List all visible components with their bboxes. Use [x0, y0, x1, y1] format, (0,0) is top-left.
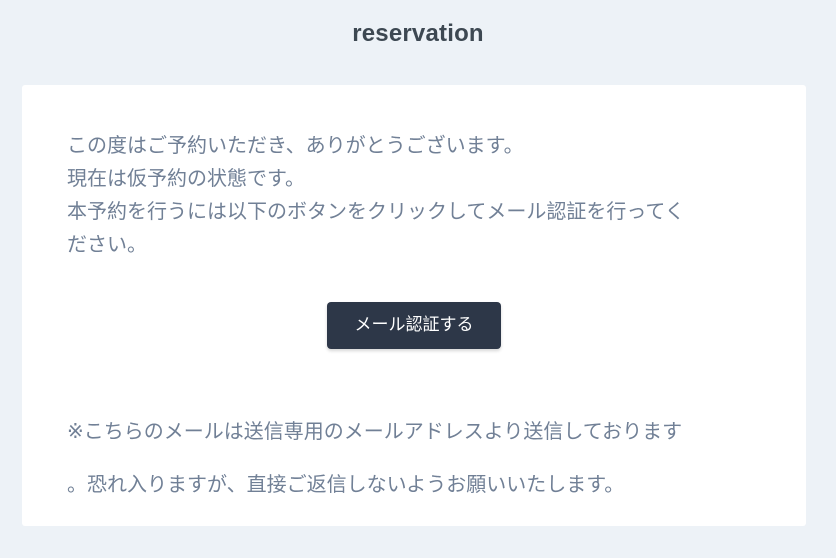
notice-line: 。恐れ入りますが、直接ご返信しないようお願いいたします。	[67, 472, 625, 496]
message-line: 本予約を行うには以下のボタンをクリックしてメール認証を行ってく	[67, 199, 685, 223]
notice-text: ※こちらのメールは送信専用のメールアドレスより送信しております 。恐れ入りますが…	[67, 395, 767, 521]
notice-line: ※こちらのメールは送信専用のメールアドレスより送信しております	[67, 419, 683, 443]
email-verify-button[interactable]: メール認証する	[327, 302, 501, 349]
message-line: 現在は仮予約の状態です。	[67, 166, 305, 190]
action-row: メール認証する	[22, 302, 806, 349]
page-title: reservation	[352, 20, 484, 47]
email-header: reservation	[0, 0, 836, 68]
email-body-card: この度はご予約いただき、ありがとうございます。 現在は仮予約の状態です。 本予約…	[22, 85, 806, 526]
message-text: この度はご予約いただき、ありがとうございます。 現在は仮予約の状態です。 本予約…	[67, 129, 767, 261]
message-line: この度はご予約いただき、ありがとうございます。	[67, 133, 524, 157]
message-line: ださい。	[67, 232, 147, 256]
